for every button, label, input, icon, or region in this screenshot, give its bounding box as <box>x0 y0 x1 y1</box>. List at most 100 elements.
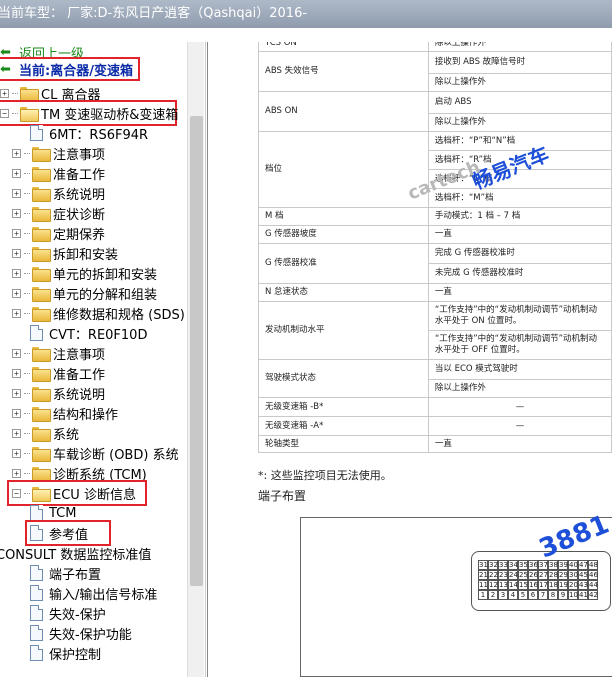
highlight-box: − TM 变速驱动桥&变速箱 <box>0 100 178 126</box>
tree-item[interactable]: 端子布置 <box>30 563 101 583</box>
tree-item[interactable]: − TM 变速驱动桥&变速箱 <box>0 103 178 123</box>
connector-pin: 10 <box>568 590 578 600</box>
expand-toggle-icon[interactable]: + <box>12 248 21 258</box>
collapse-toggle-icon[interactable]: − <box>0 108 9 118</box>
connector-pin: 44 <box>588 580 598 590</box>
tree-item[interactable]: + 系统 <box>12 423 79 443</box>
condition-cell: — <box>427 416 612 436</box>
tree-item[interactable]: + 系统说明 <box>12 183 105 203</box>
tree-connector <box>24 172 30 174</box>
expand-toggle-icon[interactable]: + <box>12 228 21 238</box>
tree-connector <box>12 112 18 114</box>
connector-pin: 45 <box>578 570 588 580</box>
connector-icon: 31 32 33 34 35 36 37 38 39 40 47 48 21 22 23 24 25 26 27 28… <box>471 551 611 611</box>
tree-item-label: 车载诊断 (OBD) 系统 <box>53 447 179 463</box>
tree-item-label: 结构和操作 <box>53 407 119 423</box>
tree-item-label: CONSULT 数据监控标准值 <box>0 547 152 563</box>
tree-item[interactable]: 失效-保护功能 <box>30 623 132 643</box>
connector-pin: 26 <box>528 570 538 580</box>
expand-toggle-icon[interactable]: + <box>12 148 21 158</box>
condition-cell: 选档杆：“M”档 <box>427 188 612 208</box>
expand-toggle-icon[interactable]: + <box>12 388 21 398</box>
folder-icon <box>32 266 51 282</box>
tree-item-label: 输入/输出信号标准 <box>49 587 158 603</box>
tree-item[interactable]: + 诊断系统 (TCM) <box>12 463 147 483</box>
sidebar-scrollbar[interactable] <box>187 42 204 677</box>
expand-toggle-icon[interactable]: + <box>0 88 9 98</box>
reference-table: TCS ON 除以上操作外 ABS 失效信号 接收到 ABS 故障信号时 除以上操作外 A… <box>258 42 612 453</box>
condition-cell: 除以上操作外 <box>427 113 612 132</box>
tree-item[interactable]: + 注意事项 <box>12 143 105 163</box>
table-row: M 档手动模式：1 档 – 7 档 <box>258 207 612 226</box>
expand-toggle-icon[interactable]: + <box>12 168 21 178</box>
condition-cell: 一直 <box>427 283 612 302</box>
tree-item[interactable]: + 单元的分解和组装 <box>12 283 157 303</box>
tree-item-label: 端子布置 <box>49 567 102 583</box>
connector-pin: 15 <box>518 580 528 590</box>
title-bar: 当前车型： 厂家:D-东风日产逍客（Qashqai）2016- <box>0 0 612 28</box>
expand-toggle-icon[interactable]: + <box>12 348 21 358</box>
expand-toggle-icon[interactable]: + <box>12 448 21 458</box>
folder-open-icon <box>20 106 39 122</box>
tree-item[interactable]: 失效-保护 <box>30 603 106 623</box>
tree-item-label: 注意事项 <box>53 347 106 363</box>
condition-cell: 完成 G 传感器校准时 <box>427 243 612 264</box>
expand-toggle-icon[interactable]: + <box>12 408 21 418</box>
connector-pin: 9 <box>558 590 568 600</box>
tree-item-label: 系统 <box>53 427 80 443</box>
tree-item[interactable]: + CL 离合器 <box>0 83 100 103</box>
condition-cell: 启动 ABS <box>427 91 612 114</box>
tree-item[interactable]: 保护控制 <box>30 643 101 663</box>
expand-toggle-icon[interactable]: + <box>12 468 21 478</box>
tree-item[interactable]: + 车载诊断 (OBD) 系统 <box>12 443 179 463</box>
tree-item[interactable]: + 单元的拆卸和安装 <box>12 263 157 283</box>
expand-toggle-icon[interactable]: + <box>12 428 21 438</box>
document-icon <box>30 125 43 141</box>
tree-item-label: CVT：RE0F10D <box>49 327 148 343</box>
expand-toggle-icon[interactable]: + <box>12 188 21 198</box>
tree-connector <box>24 272 30 274</box>
folder-icon <box>32 166 51 182</box>
tree-item[interactable]: + 症状诊断 <box>12 203 105 223</box>
connector-pin: 21 <box>478 570 488 580</box>
app-window: 当前车型： 厂家:D-东风日产逍客（Qashqai）2016- ⬅ 返回上一级 … <box>0 0 612 677</box>
scroll-thumb[interactable] <box>190 116 203 586</box>
condition-cell: 当以 ECO 模式驾驶时 <box>427 359 612 380</box>
document-icon <box>30 505 43 521</box>
connector-pin: 32 <box>488 560 498 570</box>
connector-pin: 16 <box>528 580 538 590</box>
tree-item-label: 系统说明 <box>53 187 106 203</box>
connector-pin: 48 <box>588 560 598 570</box>
terminal-layout-heading: 端子布置 <box>258 489 307 503</box>
tree-item[interactable]: + 维修数据和规格 (SDS) <box>12 303 185 323</box>
tree-item[interactable]: 输入/输出信号标准 <box>30 583 157 603</box>
table-row: 档位 选档杆：“P”和“N”档 <box>258 131 612 208</box>
collapse-toggle-icon[interactable]: − <box>12 488 21 498</box>
tree-item[interactable]: + 拆卸和安装 <box>12 243 118 263</box>
connector-pin: 40 <box>568 560 578 570</box>
expand-toggle-icon[interactable]: + <box>12 308 21 318</box>
tree-item[interactable]: + 定期保养 <box>12 223 105 243</box>
tree-item[interactable]: + 系统说明 <box>12 383 105 403</box>
condition-cell: 接收到 ABS 故障信号时 <box>427 51 612 74</box>
tree-item[interactable]: + 注意事项 <box>12 343 105 363</box>
tree-item[interactable]: + 结构和操作 <box>12 403 118 423</box>
tree-item[interactable]: + 准备工作 <box>12 163 105 183</box>
monitor-item-cell: G 传感器坡度 <box>258 225 429 244</box>
tree-item[interactable]: 6MT：RS6F94R <box>30 123 148 143</box>
expand-toggle-icon[interactable]: + <box>12 208 21 218</box>
tree-item[interactable]: + 准备工作 <box>12 363 105 383</box>
tree-item[interactable]: 参考值 <box>30 523 88 543</box>
table-row: ABS 失效信号 接收到 ABS 故障信号时 <box>258 51 612 92</box>
location-icon: ⬅ <box>0 61 11 77</box>
tree-connector <box>24 432 30 434</box>
tree-item[interactable]: TCM <box>30 503 76 523</box>
tree-connector <box>24 452 30 454</box>
tree-item[interactable]: CONSULT 数据监控标准值 <box>0 543 151 563</box>
expand-toggle-icon[interactable]: + <box>12 288 21 298</box>
tree-item[interactable]: CVT：RE0F10D <box>30 323 147 343</box>
tree-item[interactable]: − ECU 诊断信息 <box>12 483 136 503</box>
expand-toggle-icon[interactable]: + <box>12 268 21 278</box>
folder-icon <box>20 86 39 102</box>
expand-toggle-icon[interactable]: + <box>12 368 21 378</box>
